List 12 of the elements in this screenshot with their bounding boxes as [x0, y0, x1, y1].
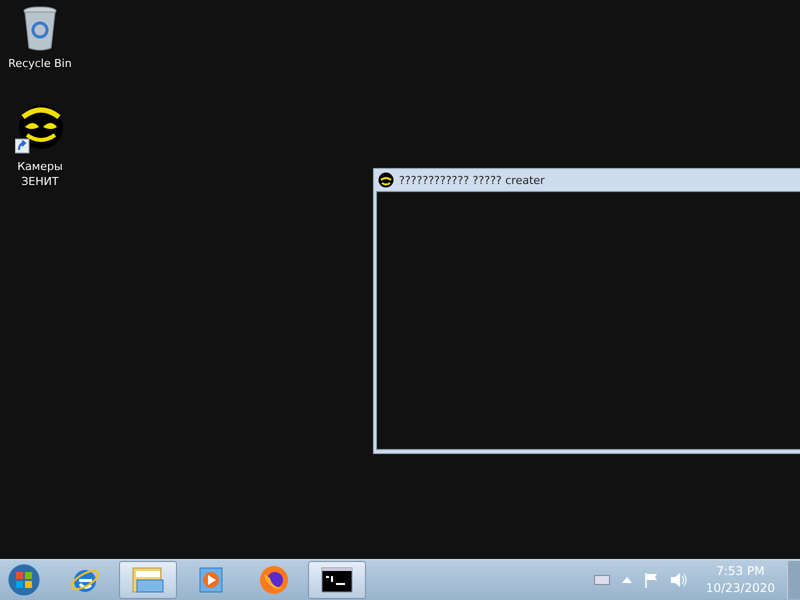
recycle-bin-icon[interactable]	[22, 6, 58, 52]
desktop-icon-label[interactable]: Recycle Bin	[7, 56, 73, 71]
up-caret-icon[interactable]	[622, 577, 632, 583]
speaker-icon[interactable]	[670, 572, 688, 588]
taskbar-button[interactable]	[308, 561, 366, 599]
folder-icon	[131, 565, 165, 595]
start-button-icon[interactable]	[6, 562, 42, 598]
command-prompt-icon	[321, 567, 353, 593]
desktop-icon-label[interactable]: Камеры ЗЕНИТ	[7, 159, 73, 189]
window-title: ???????????? ????? creater	[399, 174, 545, 186]
keyboard-icon[interactable]	[594, 575, 610, 585]
flag-icon[interactable]	[644, 572, 658, 588]
